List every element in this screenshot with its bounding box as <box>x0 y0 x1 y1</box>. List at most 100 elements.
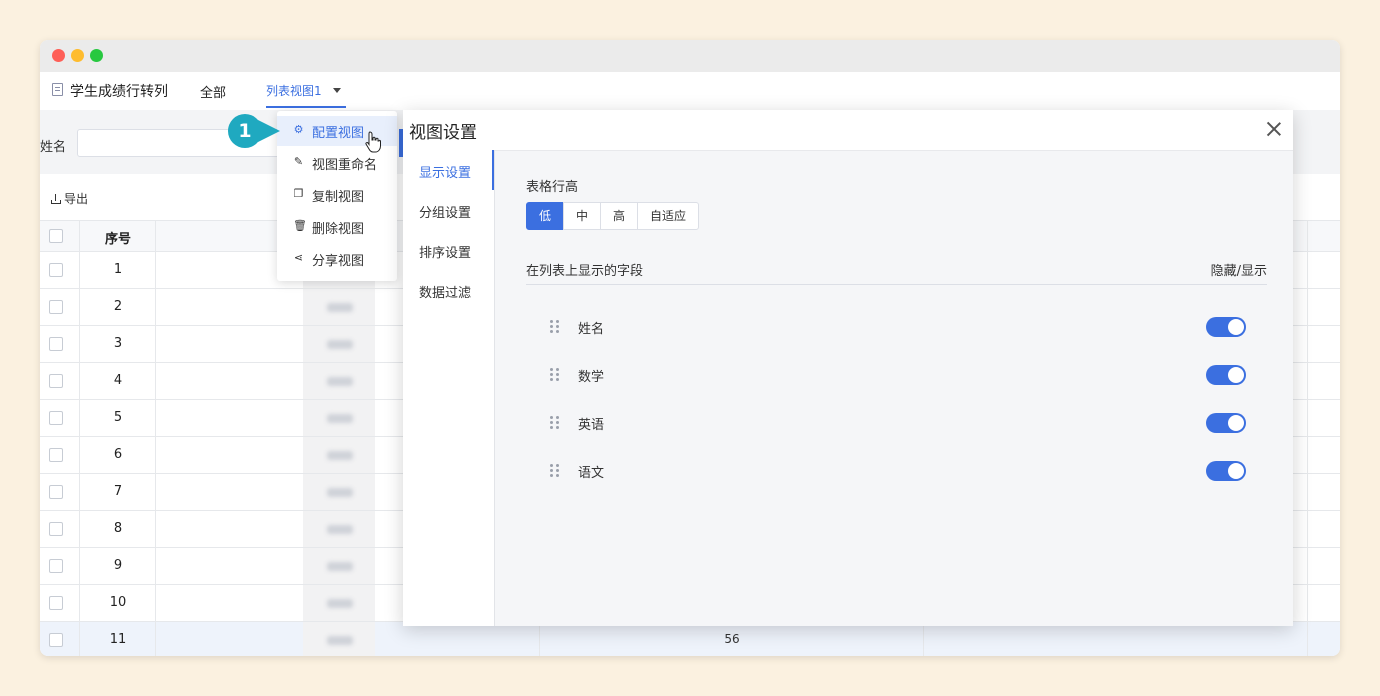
row-seq: 5 <box>113 410 123 425</box>
row-checkbox[interactable] <box>49 522 63 536</box>
field-row-english: 英语 <box>526 408 1267 438</box>
row-checkbox[interactable] <box>49 559 63 573</box>
drag-handle-icon[interactable] <box>550 464 559 478</box>
dialog-body: 表格行高 低 中 高 自适应 在列表上显示的字段 隐藏/显示 姓名 数学 英语 … <box>495 150 1293 626</box>
side-tab-group[interactable]: 分组设置 <box>419 202 471 221</box>
field-name: 语文 <box>578 466 605 481</box>
visibility-toggle[interactable] <box>1206 413 1246 433</box>
hand-cursor-icon <box>365 131 381 153</box>
column-divider <box>1307 363 1308 399</box>
column-divider <box>1307 474 1308 510</box>
drag-handle-icon[interactable] <box>550 368 559 382</box>
row-seq: 10 <box>109 595 127 610</box>
column-divider <box>1307 548 1308 584</box>
redacted-text <box>327 414 353 423</box>
row-seq: 4 <box>113 373 123 388</box>
column-divider <box>1307 585 1308 621</box>
edit-icon: ✎ <box>293 155 304 168</box>
row-seq: 2 <box>113 299 123 314</box>
column-divider <box>1307 326 1308 362</box>
export-button[interactable]: 导出 <box>51 190 88 207</box>
field-row-chinese: 语文 <box>526 456 1267 486</box>
tab-list-view-1[interactable]: 列表视图1 <box>266 82 322 99</box>
side-tab-sort[interactable]: 排序设置 <box>419 242 471 261</box>
dialog-title: 视图设置 <box>409 123 477 143</box>
redacted-text <box>327 488 353 497</box>
row-checkbox[interactable] <box>49 374 63 388</box>
menu-item-label: 视图重命名 <box>312 158 378 173</box>
redacted-text <box>327 636 353 645</box>
visibility-toggle[interactable] <box>1206 461 1246 481</box>
divider <box>526 284 1267 285</box>
row-checkbox[interactable] <box>49 263 63 277</box>
row-height-label: 表格行高 <box>526 180 579 195</box>
close-window-button[interactable] <box>52 49 65 62</box>
column-divider <box>1307 289 1308 325</box>
row-checkbox[interactable] <box>49 485 63 499</box>
drag-handle-icon[interactable] <box>550 320 559 334</box>
active-side-indicator <box>492 150 494 190</box>
field-name: 姓名 <box>578 322 605 337</box>
redacted-text <box>327 599 353 608</box>
minimize-window-button[interactable] <box>71 49 84 62</box>
close-icon[interactable] <box>1267 122 1281 136</box>
menu-item-label: 复制视图 <box>312 190 365 205</box>
row-height-low-button[interactable]: 低 <box>526 202 565 230</box>
dialog-sidebar: 显示设置 分组设置 排序设置 数据过滤 <box>403 150 495 626</box>
menu-item-label: 删除视图 <box>312 222 365 237</box>
select-all-checkbox[interactable] <box>49 229 63 243</box>
visibility-toggle[interactable] <box>1206 317 1246 337</box>
row-seq: 8 <box>113 521 123 536</box>
field-row-name: 姓名 <box>526 312 1267 342</box>
field-name: 英语 <box>578 418 605 433</box>
side-tab-filter[interactable]: 数据过滤 <box>419 282 471 301</box>
redacted-text <box>327 303 353 312</box>
row-height-selector: 低 中 高 自适应 <box>526 202 700 230</box>
row-seq: 9 <box>113 558 123 573</box>
side-tab-display[interactable]: 显示设置 <box>419 162 471 181</box>
row-checkbox[interactable] <box>49 300 63 314</box>
visibility-label: 隐藏/显示 <box>1210 264 1267 279</box>
upload-icon <box>51 194 61 204</box>
row-checkbox[interactable] <box>49 411 63 425</box>
redacted-text <box>327 377 353 386</box>
column-divider <box>1307 437 1308 473</box>
menu-item-label: 分享视图 <box>312 254 365 269</box>
tab-all[interactable]: 全部 <box>200 82 226 101</box>
row-seq: 1 <box>113 262 123 277</box>
copy-icon: ❐ <box>293 187 304 200</box>
menu-item-copy-view[interactable]: ❐ 复制视图 <box>277 180 397 210</box>
page-title: 学生成绩行转列 <box>70 84 168 100</box>
row-checkbox[interactable] <box>49 596 63 610</box>
visibility-toggle[interactable] <box>1206 365 1246 385</box>
table-row[interactable]: 11 56 <box>40 622 1340 656</box>
top-nav: 学生成绩行转列 全部 列表视图1 <box>40 72 1340 110</box>
row-seq: 6 <box>113 447 123 462</box>
chevron-down-icon[interactable] <box>333 88 341 93</box>
menu-item-share-view[interactable]: ⋖ 分享视图 <box>277 244 397 274</box>
row-checkbox[interactable] <box>49 448 63 462</box>
field-row-math: 数学 <box>526 360 1267 390</box>
field-name: 数学 <box>578 370 605 385</box>
row-height-high-button[interactable]: 高 <box>600 202 639 230</box>
drag-handle-icon[interactable] <box>550 416 559 430</box>
step-callout-badge: 1 <box>228 114 262 148</box>
row-height-medium-button[interactable]: 中 <box>563 202 602 230</box>
callout-pointer <box>258 120 280 142</box>
row-checkbox[interactable] <box>49 337 63 351</box>
score-cell: 56 <box>724 632 740 646</box>
row-seq: 7 <box>113 484 123 499</box>
view-settings-dialog: 视图设置 显示设置 分组设置 排序设置 数据过滤 表格行高 低 中 高 自适应 … <box>403 110 1293 626</box>
redacted-text <box>327 451 353 460</box>
share-icon: ⋖ <box>293 251 304 264</box>
row-checkbox[interactable] <box>49 633 63 647</box>
redacted-text <box>327 562 353 571</box>
maximize-window-button[interactable] <box>90 49 103 62</box>
gear-icon: ⚙ <box>293 123 304 136</box>
redacted-text <box>327 525 353 534</box>
row-height-auto-button[interactable]: 自适应 <box>637 202 700 230</box>
menu-item-delete-view[interactable]: 🗑 删除视图 <box>277 212 397 242</box>
active-tab-indicator <box>266 106 346 108</box>
title-bar <box>40 40 1340 72</box>
header-seq: 序号 <box>104 232 131 247</box>
